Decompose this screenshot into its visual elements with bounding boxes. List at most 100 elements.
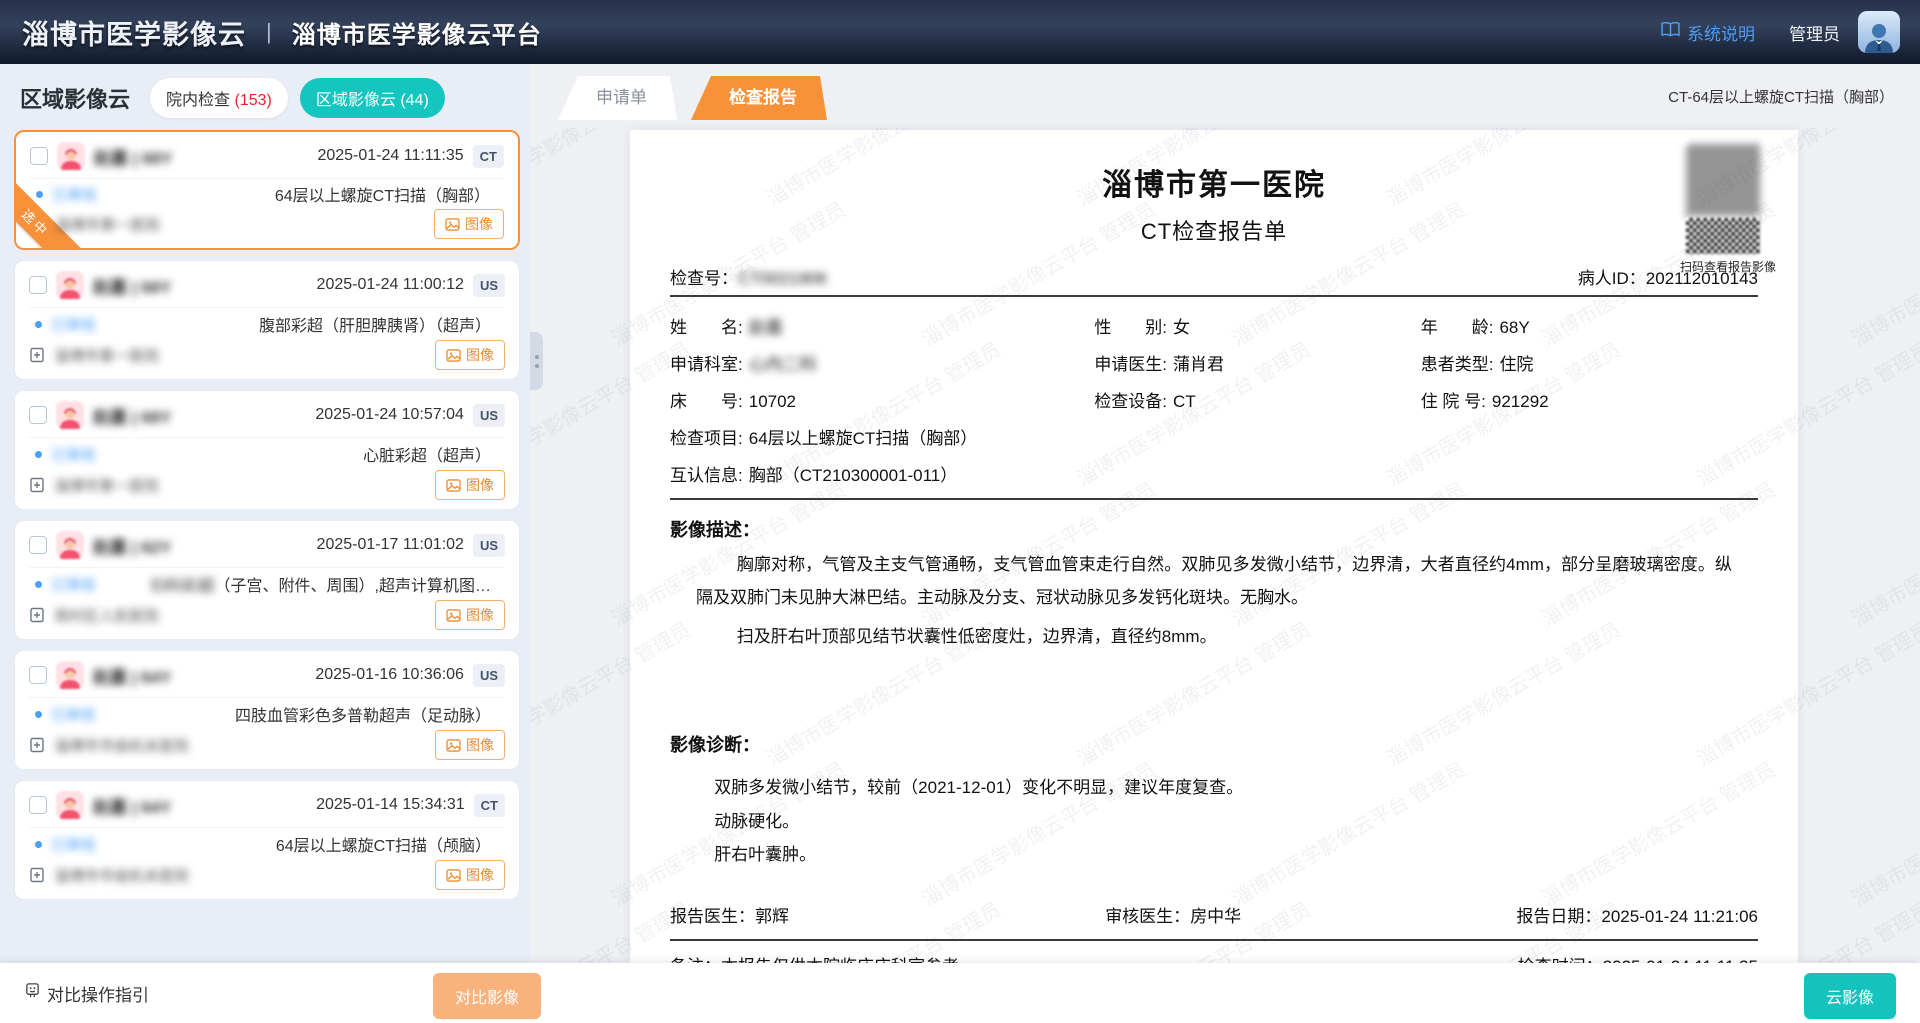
view-images-button[interactable]: 图像 <box>435 730 505 760</box>
view-images-button[interactable]: 图像 <box>435 470 505 500</box>
exam-time: 检查时间：2025-01-24 11:11:35 <box>1518 952 1758 963</box>
report-title: CT检查报告单 <box>670 214 1758 246</box>
patient-field: 申请科室:心内二科 <box>670 350 1094 375</box>
exam-status: 已审核 <box>51 444 96 465</box>
exam-card-list: 选中 赵嘉 | 68Y 2025-01-24 11:11:35 CT 已审核 6… <box>0 128 530 959</box>
view-images-button[interactable]: 图像 <box>434 209 504 239</box>
diagnosis-title: 影像诊断： <box>670 731 1758 757</box>
review-doctor: 审核医生：房中华 <box>1105 902 1453 927</box>
status-dot <box>36 191 43 198</box>
exam-status: 已审核 <box>52 184 97 205</box>
qr-caption: 扫码查看报告影像 <box>1680 258 1766 275</box>
exam-name: 腹部彩超（肝胆脾胰肾）（超声） <box>259 312 491 336</box>
tab-hospital-exams[interactable]: 院内检查 (153) <box>150 78 288 118</box>
exam-card[interactable]: 赵嘉 | 68Y 2025-01-24 11:00:12 US 已审核 腹部彩超… <box>14 260 520 380</box>
compare-guide-link[interactable]: 对比操作指引 <box>24 981 149 1006</box>
patient-name: 赵嘉 | 64Y <box>93 793 171 818</box>
hospital-name: 淄博市第一医院 <box>54 475 159 496</box>
modality-badge: US <box>473 534 505 557</box>
exam-card[interactable]: 赵嘉 | 68Y 2025-01-24 10:57:04 US 已审核 心脏彩超… <box>14 390 520 510</box>
diagnosis-line: 动脉硬化。 <box>714 805 1758 838</box>
exam-date: 2025-01-16 10:36:06 <box>315 666 464 684</box>
patient-avatar-icon <box>56 791 84 819</box>
exam-status: 已审核 <box>51 834 96 855</box>
modality-badge: US <box>473 274 505 297</box>
description-paragraph: 胸廓对称，气管及主支气管通畅，支气管血管束走行自然。双肺见多发微小结节，边界清，… <box>696 548 1732 614</box>
hospital-name: 周村区人民医院 <box>54 605 159 626</box>
report-doctor: 报告医生：郭辉 <box>670 902 1105 927</box>
hospital-icon <box>29 607 45 623</box>
exam-name: 妇科彩超（子宫、附件、周围）,超声计算机图… <box>151 572 491 596</box>
hospital-icon <box>29 867 45 883</box>
tab-exam-report[interactable]: 检查报告 <box>691 76 827 120</box>
modality-badge: US <box>473 664 505 687</box>
regional-cloud-count: (44) <box>400 92 428 109</box>
patient-fields: 姓 名:赵嘉性 别:女年 龄:68Y申请科室:心内二科申请医生:蒲肖君患者类型:… <box>670 307 1758 492</box>
exam-name: 四肢血管彩色多普勒超声（足动脉） <box>235 702 491 726</box>
app-header: 淄博市医学影像云 | 淄博市医学影像云平台 系统说明 管理员 <box>0 0 1920 64</box>
qr-code <box>1686 218 1760 254</box>
diagnosis-line: 肝右叶囊肿。 <box>714 838 1758 871</box>
hospital-name: 淄博市第一医院 <box>55 214 160 235</box>
patient-avatar-icon <box>56 401 84 429</box>
card-checkbox[interactable] <box>30 147 48 165</box>
modality-badge: CT <box>474 794 505 817</box>
platform-title: 淄博市医学影像云平台 <box>292 15 542 50</box>
description-body: 胸廓对称，气管及主支气管通畅，支气管血管束走行自然。双肺见多发微小结节，边界清，… <box>670 548 1758 653</box>
patient-field: 检查设备:CT <box>1094 387 1420 412</box>
hospital-exams-count: (153) <box>234 92 271 109</box>
patient-field: 住 院 号:921292 <box>1421 387 1758 412</box>
patient-name: 赵嘉 | 62Y <box>93 533 171 558</box>
cloud-images-button[interactable]: 云影像 <box>1804 973 1896 1019</box>
description-paragraph: 扫及肝右叶顶部见结节状囊性低密度灶，边界清，直径约8mm。 <box>696 620 1732 653</box>
card-checkbox[interactable] <box>29 536 47 554</box>
patient-avatar-icon <box>56 661 84 689</box>
diagnosis-line: 双肺多发微小结节，较前（2021-12-01）变化不明显，建议年度复查。 <box>714 771 1758 804</box>
exam-date: 2025-01-24 11:11:35 <box>317 147 463 165</box>
bottom-bar: 对比操作指引 对比影像 云影像 <box>0 963 1920 1023</box>
patient-field: 申请医生:蒲肖君 <box>1094 350 1420 375</box>
patient-avatar-icon <box>56 271 84 299</box>
compare-images-button[interactable]: 对比影像 <box>433 973 541 1019</box>
view-images-button[interactable]: 图像 <box>435 600 505 630</box>
logo-separator: | <box>266 19 272 45</box>
status-dot <box>35 711 42 718</box>
report-note: 备注：本报告仅供本院临床床科室参考 <box>670 952 959 963</box>
exam-caption: CT-64层以上螺旋CT扫描（胸部） <box>1668 86 1894 107</box>
status-dot <box>35 321 42 328</box>
exam-card[interactable]: 赵嘉 | 64Y 2025-01-14 15:34:31 CT 已审核 64层以… <box>14 780 520 900</box>
user-avatar[interactable] <box>1858 11 1900 53</box>
exam-card[interactable]: 赵嘉 | 62Y 2025-01-17 11:01:02 US 已审核 妇科彩超… <box>14 520 520 640</box>
sidebar-collapse-handle[interactable] <box>530 332 543 390</box>
hospital-icon <box>29 737 45 753</box>
exam-card[interactable]: 赵嘉 | 64Y 2025-01-16 10:36:06 US 已审核 四肢血管… <box>14 650 520 770</box>
card-checkbox[interactable] <box>29 406 47 424</box>
patient-name: 赵嘉 | 68Y <box>93 403 171 428</box>
report-date: 报告日期：2025-01-24 11:21:06 <box>1453 902 1758 927</box>
card-checkbox[interactable] <box>29 666 47 684</box>
exam-date: 2025-01-24 11:00:12 <box>317 276 464 294</box>
hospital-icon <box>29 477 45 493</box>
status-dot <box>35 841 42 848</box>
view-images-button[interactable]: 图像 <box>435 860 505 890</box>
patient-field: 性 别:女 <box>1094 313 1420 338</box>
exam-date: 2025-01-24 10:57:04 <box>315 406 464 424</box>
book-icon <box>1661 22 1680 42</box>
card-checkbox[interactable] <box>29 796 47 814</box>
modality-badge: CT <box>473 145 504 168</box>
view-images-button[interactable]: 图像 <box>435 340 505 370</box>
patient-name: 赵嘉 | 64Y <box>93 663 171 688</box>
exam-date: 2025-01-17 11:01:02 <box>317 536 464 554</box>
exam-name: 64层以上螺旋CT扫描（胸部） <box>275 182 490 206</box>
tab-request-form[interactable]: 申请单 <box>558 76 677 120</box>
exam-status: 已审核 <box>51 314 96 335</box>
exam-status: 已审核 <box>51 574 96 595</box>
hospital-name: 淄博市第一医院 <box>54 345 159 366</box>
tab-regional-cloud[interactable]: 区域影像云 (44) <box>300 78 445 118</box>
card-checkbox[interactable] <box>29 276 47 294</box>
patient-field: 姓 名:赵嘉 <box>670 313 1094 338</box>
system-help-link[interactable]: 系统说明 <box>1661 20 1755 45</box>
report-document: 扫码查看报告影像 淄博市第一医院 CT检查报告单 检查号：CT0021906 病… <box>630 130 1798 963</box>
qr-code-blurred <box>1686 144 1760 216</box>
exam-card[interactable]: 选中 赵嘉 | 68Y 2025-01-24 11:11:35 CT 已审核 6… <box>14 130 520 250</box>
